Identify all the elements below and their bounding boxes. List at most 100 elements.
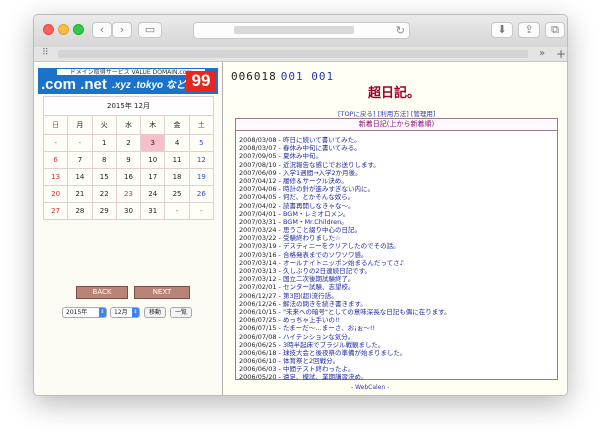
entry-title-link[interactable]: 第3回(超)流行語。	[283, 292, 338, 300]
diary-entry[interactable]: 2006/07/25 - めっちゃ上手いの!!	[239, 316, 451, 324]
entry-title-link[interactable]: 時計の針が進みすぎない内に。	[283, 185, 374, 193]
entry-title-link[interactable]: 体育祭と2回戦分。	[283, 357, 339, 365]
calendar-day[interactable]: 30	[115, 202, 142, 220]
calendar-day[interactable]: 5	[188, 134, 215, 152]
footer-credit[interactable]: - WebCalen -	[351, 384, 389, 391]
entry-title-link[interactable]: 合格発表までのソワソワ感。	[283, 251, 368, 259]
calendar-day-holiday[interactable]: 23	[115, 185, 142, 203]
entry-title-link[interactable]: BGM・レミオロメン。	[283, 210, 350, 218]
entry-title-link[interactable]: 昨日に続いて書いてみた。	[283, 136, 361, 144]
entry-title-link[interactable]: 何だ、とかそんな奴ら。	[283, 193, 354, 201]
chevron-more-icon[interactable]: »	[539, 47, 545, 61]
calendar-day[interactable]: 10	[140, 151, 166, 169]
entry-title-link[interactable]: BGM・Mr.Children。	[283, 218, 348, 226]
diary-entry[interactable]: 2007/04/01 - BGM・レミオロメン。	[239, 210, 451, 218]
grid-icon[interactable]: ⠿	[42, 49, 49, 58]
diary-entry[interactable]: 2007/04/05 - 何だ、とかそんな奴ら。	[239, 193, 451, 201]
calendar-day[interactable]: 8	[91, 151, 117, 169]
share-icon[interactable]: ⇪	[518, 22, 540, 38]
list-button[interactable]: 一覧	[170, 307, 192, 318]
diary-entry[interactable]: 2007/03/31 - BGM・Mr.Children。	[239, 218, 451, 226]
reload-icon[interactable]: ↻	[396, 23, 405, 38]
entry-title-link[interactable]: 近況報告な感じでお送りします。	[283, 161, 380, 169]
entry-title-link[interactable]: 入学1週間→入学2か月後。	[283, 169, 362, 177]
calendar-day[interactable]: 15	[91, 168, 117, 186]
entry-title-link[interactable]: 思うこと綴り中心の日記。	[283, 226, 361, 234]
calendar-day[interactable]: 29	[91, 202, 117, 220]
calendar-day[interactable]: 4	[164, 134, 190, 152]
diary-entry[interactable]: 2006/06/25 - 3時半起床でブラジル戦観ました。	[239, 341, 451, 349]
calendar-day[interactable]: 13	[42, 168, 69, 186]
month-select[interactable]: 12月 ⇕	[110, 307, 140, 318]
diary-entry[interactable]: 2007/04/12 - 履修＆サークル決め。	[239, 177, 451, 185]
entry-title-link[interactable]: めっちゃ上手いの!!	[283, 316, 340, 324]
calendar-day[interactable]: 25	[164, 185, 190, 203]
zoom-window-button[interactable]	[73, 24, 84, 35]
entry-title-link[interactable]: 遠足、模試、業期講習決め。	[283, 373, 368, 381]
diary-entry[interactable]: 2006/12/27 - 第3回(超)流行語。	[239, 292, 451, 300]
diary-entry[interactable]: 2007/04/02 - 読書再開しなきゃな〜。	[239, 202, 451, 210]
forward-icon[interactable]: ›	[112, 22, 132, 38]
entry-title-link[interactable]: センター試験、志望校。	[283, 283, 355, 291]
diary-entry[interactable]: 2007/06/09 - 入学1週間→入学2か月後。	[239, 169, 451, 177]
entry-title-link[interactable]: オールナイトニッポン始まるんだってさ♪	[283, 259, 404, 267]
calendar-day[interactable]: 9	[115, 151, 142, 169]
usage-link[interactable]: [利用方法]	[378, 110, 409, 118]
calendar-day-today[interactable]: 3	[140, 134, 166, 152]
calendar-day[interactable]: 7	[67, 151, 93, 169]
calendar-day[interactable]: 11	[164, 151, 190, 169]
new-tab-plus-icon[interactable]: +	[556, 47, 566, 61]
sidebar-icon[interactable]: ▭	[138, 22, 162, 38]
tabs-icon[interactable]: ⧉	[545, 22, 565, 38]
calendar-day[interactable]: 6	[42, 151, 69, 169]
diary-entry[interactable]: 2007/08/10 - 近況報告な感じでお送りします。	[239, 161, 451, 169]
entry-title-link[interactable]: 国立二次後期試験終了。	[283, 275, 355, 283]
calendar-day[interactable]: 24	[140, 185, 166, 203]
entry-title-link[interactable]: 解法の問きを続き書きます。	[283, 300, 367, 308]
diary-entry[interactable]: 2006/06/18 - 球技大会と後夜祭の準備が始まりました。	[239, 349, 451, 357]
address-bar[interactable]: ↻	[193, 22, 410, 39]
top-link[interactable]: [TOPに戻る]	[338, 110, 376, 118]
diary-entry[interactable]: 2007/02/01 - センター試験、志望校。	[239, 283, 451, 291]
entry-title-link[interactable]: 夏休み中旬。	[283, 152, 322, 160]
calendar-day[interactable]: 20	[42, 185, 69, 203]
calendar-day[interactable]: 28	[67, 202, 93, 220]
entry-title-link[interactable]: デスティニーをクリアしたのでその話。	[283, 242, 400, 250]
entry-title-link[interactable]: "未来への暗号"としての意味深長な日記も偶に在ります。	[283, 308, 451, 316]
calendar-day[interactable]: 21	[67, 185, 93, 203]
back-button[interactable]: BACK	[76, 286, 128, 299]
entry-title-link[interactable]: 球技大会と後夜祭の準備が始まりました。	[283, 349, 407, 357]
next-button[interactable]: NEXT	[134, 286, 190, 299]
entry-title-link[interactable]: 久しぶりの2日連続日記です。	[283, 267, 371, 275]
entry-title-link[interactable]: 履修＆サークル決め。	[283, 177, 348, 185]
diary-entry[interactable]: 2007/03/19 - デスティニーをクリアしたのでその話。	[239, 242, 451, 250]
diary-entry[interactable]: 2006/10/15 - "未来への暗号"としての意味深長な日記も偶に在ります。	[239, 308, 451, 316]
calendar-day[interactable]: 27	[42, 202, 69, 220]
calendar-day[interactable]: 16	[115, 168, 142, 186]
year-select[interactable]: 2015年 ⇕	[62, 307, 107, 318]
calendar-day[interactable]: 18	[164, 168, 190, 186]
calendar-day[interactable]: 31	[140, 202, 166, 220]
minimize-window-button[interactable]	[58, 24, 69, 35]
entry-title-link[interactable]: 3時半起床でブラジル戦観ました。	[283, 341, 385, 349]
move-button[interactable]: 移動	[144, 307, 166, 318]
diary-entry[interactable]: 2007/09/05 - 夏休み中旬。	[239, 152, 451, 160]
calendar-day[interactable]: 12	[188, 151, 215, 169]
close-window-button[interactable]	[43, 24, 54, 35]
diary-entry[interactable]: 2006/07/15 - たまーだ〜…まーさ、お¡ぉ〜!!	[239, 324, 451, 332]
diary-entry[interactable]: 2006/12/26 - 解法の問きを続き書きます。	[239, 300, 451, 308]
back-icon[interactable]: ‹	[92, 22, 112, 38]
diary-entry[interactable]: 2006/07/08 - ハイテンションな気分。	[239, 333, 451, 341]
diary-entry[interactable]: 2006/05/20 - 遠足、模試、業期講習決め。	[239, 373, 451, 381]
calendar-day[interactable]: 2	[115, 134, 142, 152]
calendar-day[interactable]: 17	[140, 168, 166, 186]
entry-title-link[interactable]: 春休み中旬に書いてみる。	[283, 144, 361, 152]
diary-entry[interactable]: 2007/03/16 - 合格発表までのソワソワ感。	[239, 251, 451, 259]
diary-entry[interactable]: 2007/03/14 - オールナイトニッポン始まるんだってさ♪	[239, 259, 451, 267]
calendar-day[interactable]: 14	[67, 168, 93, 186]
entry-title-link[interactable]: たまーだ〜…まーさ、お¡ぉ〜!!	[283, 324, 375, 332]
entry-title-link[interactable]: ハイテンションな気分。	[283, 333, 354, 341]
ad-banner[interactable]: ドメイン取得サービス VALUE DOMAIN.com .com .net .x…	[38, 68, 218, 94]
entry-title-link[interactable]: 読書再開しなきゃな〜。	[283, 202, 355, 210]
calendar-day[interactable]: 26	[188, 185, 215, 203]
